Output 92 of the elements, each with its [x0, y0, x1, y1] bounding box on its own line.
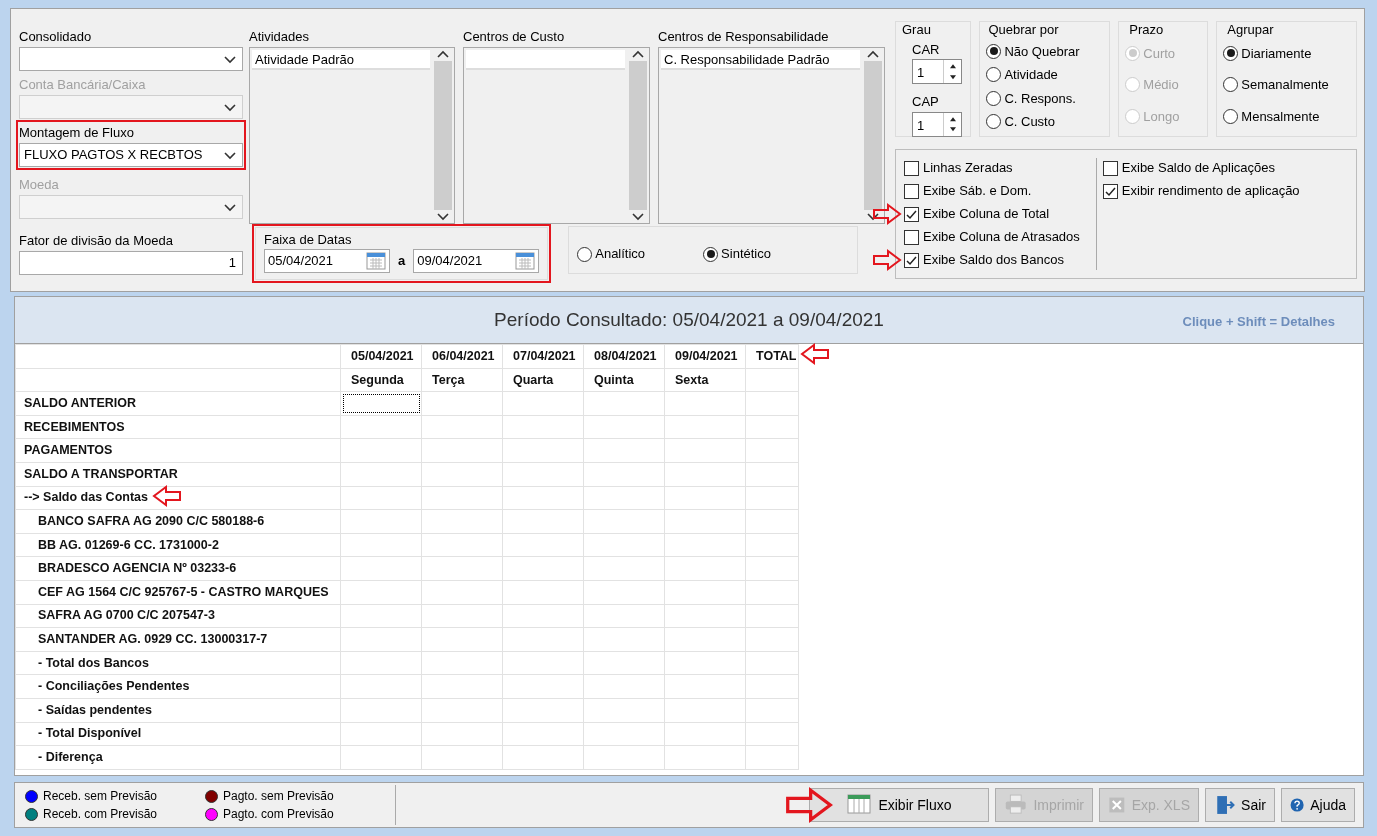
list-box[interactable]: Atividade Padrão [249, 47, 455, 224]
chevron-down-icon[interactable] [867, 212, 879, 221]
list-item[interactable]: C. Responsabilidade Padrão [661, 50, 860, 70]
checkbox[interactable]: Linhas Zeradas [904, 158, 1013, 178]
row-label: SALDO ANTERIOR [24, 396, 137, 411]
row-label: BRADESCO AGENCIA Nº 03233-6 [38, 561, 237, 576]
column-header: 09/04/2021 [675, 348, 738, 363]
row-label: PAGAMENTOS [24, 443, 113, 458]
list-label: Centros de Custo [463, 28, 566, 46]
field-label: Conta Bancária/Caixa [19, 76, 147, 94]
list-box[interactable]: C. Responsabilidade Padrão [658, 47, 885, 224]
list-label: Atividades [249, 28, 310, 46]
checkbox[interactable]: Exibir rendimento de aplicação [1102, 181, 1300, 201]
radio-button[interactable]: C. Custo [986, 112, 1104, 132]
group-title: Prazo [1129, 21, 1165, 39]
chevron-up-icon[interactable] [437, 50, 449, 59]
group-title: Faixa de Datas [264, 230, 353, 249]
row-label: BANCO SAFRA AG 2090 C/C 580188-6 [38, 514, 265, 529]
row-label: SANTANDER AG. 0929 CC. 13000317-7 [38, 632, 268, 647]
calendar-icon[interactable] [515, 252, 536, 270]
column-header: Sexta [675, 372, 709, 387]
row-label: RECEBIMENTOS [24, 419, 125, 434]
scrollbar[interactable] [627, 48, 649, 223]
column-header: Quarta [513, 372, 554, 387]
legend-label: Pagto. com Previsão [223, 806, 334, 823]
radio-button[interactable]: Analítico [577, 244, 646, 264]
dropdown-field[interactable]: FLUXO PAGTOS X RECBTOS [19, 143, 243, 167]
toolbar-button[interactable]: Sair [1205, 788, 1275, 822]
row-label: - Diferença [38, 750, 103, 764]
checkbox[interactable]: Exibe Saldo dos Bancos [904, 250, 1064, 270]
dropdown-field[interactable] [19, 47, 243, 71]
checkbox[interactable]: Exibe Sáb. e Dom. [904, 181, 1032, 201]
column-header: 06/04/2021 [432, 348, 495, 363]
hint-text: Clique + Shift = Detalhes [1182, 313, 1335, 331]
column-header: 08/04/2021 [594, 348, 657, 363]
chevron-up-icon[interactable] [632, 50, 644, 59]
date-field[interactable]: 05/04/2021 [264, 249, 390, 273]
toolbar-button[interactable]: Ajuda [1281, 788, 1355, 822]
column-header: Quinta [594, 372, 634, 387]
radio-button[interactable]: Atividade [986, 65, 1104, 85]
radio-button[interactable]: C. Respons. [986, 88, 1104, 108]
legend-label: Receb. com Previsão [43, 806, 158, 823]
group-title: Grau [902, 21, 932, 39]
radio-button[interactable]: Não Quebrar [986, 41, 1104, 61]
field-label: Fator de divisão da Moeda [19, 232, 174, 250]
field-label: Moeda [19, 176, 60, 194]
row-label: SALDO A TRANSPORTAR [24, 466, 178, 481]
separator-text: a [398, 252, 406, 271]
radio-button[interactable]: Mensalmente [1223, 106, 1350, 126]
row-label: - Total dos Bancos [38, 655, 149, 670]
row-label: --> Saldo das Contas [24, 490, 148, 505]
chevron-down-icon[interactable] [632, 212, 644, 221]
column-header: Segunda [351, 372, 404, 387]
checkbox[interactable]: Exibe Saldo de Aplicações [1102, 158, 1276, 178]
caret-icon[interactable] [224, 54, 236, 64]
spinner-label: CAR [912, 40, 941, 59]
column-header: TOTAL [756, 348, 797, 363]
toolbar-button[interactable]: Exibir Fluxo [809, 788, 989, 822]
scrollbar[interactable] [432, 48, 454, 223]
radio-button[interactable]: Sintético [703, 244, 771, 264]
radio-button[interactable]: Semanalmente [1223, 75, 1350, 95]
group-title: Quebrar por [988, 21, 1060, 39]
row-label: CEF AG 1564 C/C 925767-5 - CASTRO MARQUES [38, 584, 329, 599]
calendar-icon[interactable] [366, 252, 386, 270]
chevron-up-icon[interactable] [867, 50, 879, 59]
caret-icon[interactable] [224, 150, 236, 160]
spinner-label: CAP [912, 93, 940, 111]
scrollbar[interactable] [862, 48, 884, 223]
field-label: Montagem de Fluxo [19, 124, 135, 142]
row-label: - Saídas pendentes [38, 702, 152, 717]
row-label: - Conciliações Pendentes [38, 679, 190, 694]
group-title: Agrupar [1227, 21, 1275, 39]
spinner-field[interactable]: 1 [912, 59, 962, 84]
legend-label: Receb. sem Previsão [43, 788, 158, 805]
list-item[interactable]: Atividade Padrão [252, 50, 430, 70]
column-header: 07/04/2021 [513, 348, 576, 363]
chevron-down-icon[interactable] [437, 212, 449, 221]
column-header: Terça [432, 372, 465, 387]
legend-label: Pagto. sem Previsão [223, 788, 334, 805]
checkbox[interactable]: Exibe Coluna de Total [904, 204, 1050, 224]
checkbox[interactable]: Exibe Coluna de Atrasados [904, 227, 1080, 247]
field-label: Consolidado [19, 28, 93, 46]
date-field[interactable]: 09/04/2021 [413, 249, 540, 273]
row-label: - Total Disponível [38, 726, 142, 741]
row-label: SAFRA AG 0700 C/C 207547-3 [38, 608, 215, 623]
spinner-field[interactable]: 1 [912, 111, 962, 137]
radio-button[interactable]: Diariamente [1223, 43, 1350, 63]
input-field[interactable]: 1 [19, 251, 243, 275]
list-label: Centros de Responsabilidade [658, 28, 830, 46]
column-header: 05/04/2021 [351, 348, 414, 363]
row-label: BB AG. 01269-6 CC. 1731000-2 [38, 537, 219, 552]
period-title: Período Consultado: 05/04/2021 a 09/04/2021 [494, 307, 884, 332]
